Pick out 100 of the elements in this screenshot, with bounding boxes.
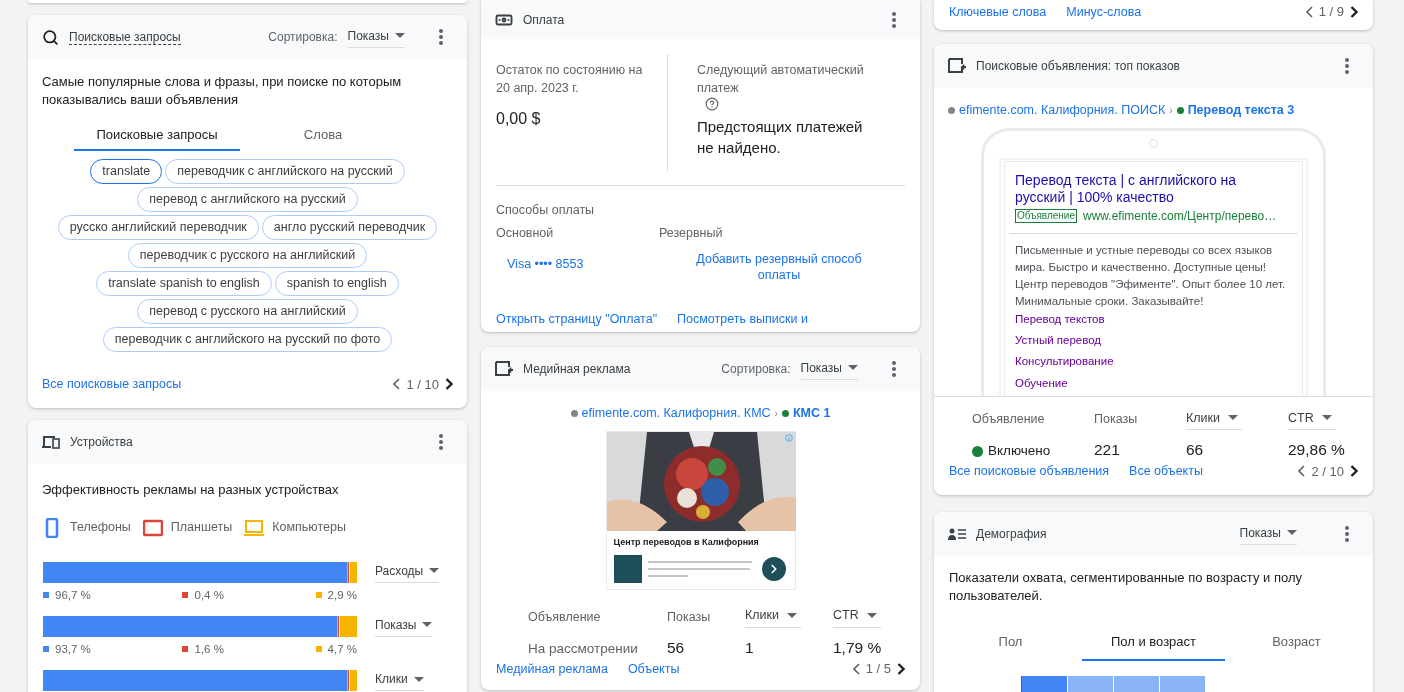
- more-icon: [892, 11, 896, 28]
- stat-value: 221: [1094, 440, 1121, 461]
- card-title: Устройства: [70, 434, 134, 451]
- stat-value: 29,86 %: [1288, 440, 1346, 461]
- metric-dropdown[interactable]: Расходы: [375, 561, 440, 583]
- info-icon: [784, 433, 793, 442]
- ad-status: Включено: [988, 442, 1051, 461]
- metric-dropdown[interactable]: Показы: [375, 615, 433, 637]
- share-value: 1,6 %: [194, 641, 224, 657]
- ad-headline: Перевод текста | с английского на русский | 100% качество: [1015, 171, 1238, 206]
- next-arrow-button[interactable]: [761, 557, 786, 582]
- sitelink[interactable]: Устный перевод: [1015, 332, 1292, 350]
- page-counter: 1 / 10: [406, 375, 439, 394]
- previous-button[interactable]: [1298, 465, 1306, 478]
- more-icon: [1345, 58, 1349, 74]
- more-icon: [439, 434, 443, 450]
- legend-square: [43, 646, 49, 653]
- link[interactable]: Все поисковые запросы: [42, 374, 182, 394]
- next-button[interactable]: [445, 378, 453, 391]
- ad-description: Письменные и устные переводы со всех языков мира. Быстро и качественно. Доступные цены! Центр переводов "Эфименте". Опыт более 10 лет. Минимальные сроки. Заказывайте!: [1015, 242, 1287, 309]
- link[interactable]: Минус-слова: [1066, 2, 1142, 22]
- column-header[interactable]: CTR: [833, 606, 881, 628]
- tab[interactable]: Пол и возраст: [1082, 625, 1225, 661]
- breadcrumb-link[interactable]: КМС 1: [792, 404, 831, 423]
- link[interactable]: Ключевые слова: [949, 2, 1047, 22]
- metric-dropdown[interactable]: Показы: [1239, 523, 1297, 545]
- legend-label: Компьютеры: [272, 519, 346, 537]
- more-icon: [439, 29, 443, 45]
- share-value: 96,7 %: [55, 587, 91, 603]
- sort-label: Сортировка:: [268, 29, 338, 46]
- link[interactable]: Все поисковые объявления: [949, 461, 1110, 481]
- chevron-left-icon: [852, 663, 860, 675]
- link[interactable]: Посмотреть выписки и: [677, 309, 808, 329]
- field-label: Основной: [496, 224, 555, 242]
- legend-label: Планшеты: [170, 519, 233, 537]
- card-title: Поисковые объявления: топ показов: [976, 58, 1181, 75]
- next-button[interactable]: [1350, 465, 1358, 478]
- stat-value: 66: [1186, 440, 1205, 461]
- column-header[interactable]: Клики: [1186, 408, 1242, 431]
- next-payment-label: Следующий автоматический платеж: [697, 62, 865, 97]
- card-title: Демография: [976, 526, 1048, 543]
- share-value: 2,9 %: [327, 587, 357, 603]
- sitelink[interactable]: Перевод текстов: [1015, 310, 1292, 328]
- link[interactable]: Открыть страницу "Оплата": [496, 309, 658, 329]
- card-title: Медийная реклама: [523, 361, 632, 378]
- chevron-left-icon: [393, 378, 401, 391]
- card-title: Поисковые запросы: [69, 29, 182, 46]
- column-header[interactable]: CTR: [1288, 408, 1336, 431]
- caret-icon: [413, 676, 424, 682]
- page-counter: 1 / 5: [865, 660, 891, 679]
- sitelink[interactable]: Консультирование: [1015, 353, 1292, 371]
- breadcrumb-link[interactable]: efimente.com. Калифорния. ПОИСК: [959, 101, 1166, 120]
- breadcrumb-link[interactable]: Перевод текста 3: [1187, 101, 1295, 120]
- breadcrumb-link[interactable]: efimente.com. Калифорния. КМС: [581, 404, 771, 423]
- field-label: Резервный: [659, 224, 723, 242]
- ad-add-icon: [495, 361, 513, 377]
- column-header: Объявление: [972, 412, 1045, 427]
- more-icon: [1345, 526, 1349, 542]
- tab[interactable]: Слова: [240, 121, 406, 151]
- payment-card-link[interactable]: Visa •••• 8553: [507, 256, 584, 271]
- next-payment-value: Предстоящих платежей не найдено.: [697, 117, 864, 158]
- link[interactable]: Медийная реклама: [496, 659, 608, 679]
- link[interactable]: Объекты: [627, 659, 680, 679]
- page-counter: 2 / 10: [1311, 462, 1344, 481]
- metric-dropdown[interactable]: Показы: [347, 26, 405, 48]
- metric-dropdown[interactable]: Показы: [800, 358, 858, 380]
- tab[interactable]: Пол: [939, 625, 1082, 661]
- card-description: Показатели охвата, сегментированные по возрасту и полу пользователей.: [948, 569, 1303, 605]
- add-backup-link[interactable]: Добавить резервный способ оплаты: [679, 250, 879, 283]
- search-icon: [42, 28, 59, 46]
- balance-label: Остаток по состоянию на 20 апр. 2023 г.: [496, 62, 644, 97]
- caret-icon: [422, 622, 433, 628]
- help-icon[interactable]: [705, 97, 719, 111]
- person-list-icon: [948, 528, 966, 540]
- chevron-right-icon: [1350, 6, 1358, 18]
- stat-value: 1: [745, 638, 755, 658]
- next-button[interactable]: [897, 663, 905, 675]
- stat-value: 1,79 %: [833, 638, 883, 658]
- ad-url: www.efimente.com/Центр/перево…: [1083, 207, 1277, 225]
- link[interactable]: Все объекты: [1129, 461, 1203, 481]
- ad-add-icon: [948, 58, 966, 74]
- stat-value: 56: [667, 638, 686, 658]
- caret-icon: [1287, 530, 1297, 535]
- previous-button[interactable]: [1305, 6, 1313, 18]
- balance-amount: 0,00 $: [496, 109, 542, 129]
- breadcrumb-separator: ›: [774, 406, 778, 421]
- card-title: Оплата: [523, 11, 566, 29]
- previous-button[interactable]: [852, 663, 860, 675]
- ad-status: На рассмотрении: [528, 640, 638, 658]
- tab[interactable]: Поисковые запросы: [74, 121, 240, 151]
- column-header[interactable]: Клики: [745, 606, 801, 628]
- next-button[interactable]: [1350, 6, 1358, 18]
- column-header: Показы: [667, 610, 711, 624]
- metric-dropdown[interactable]: Клики: [375, 670, 424, 691]
- share-value: 0,4 %: [194, 587, 224, 603]
- previous-button[interactable]: [393, 378, 401, 391]
- tab[interactable]: Возраст: [1225, 625, 1368, 661]
- sitelink[interactable]: Обучение: [1015, 374, 1292, 392]
- caret-icon: [395, 33, 405, 38]
- logo-icon: [613, 555, 642, 584]
